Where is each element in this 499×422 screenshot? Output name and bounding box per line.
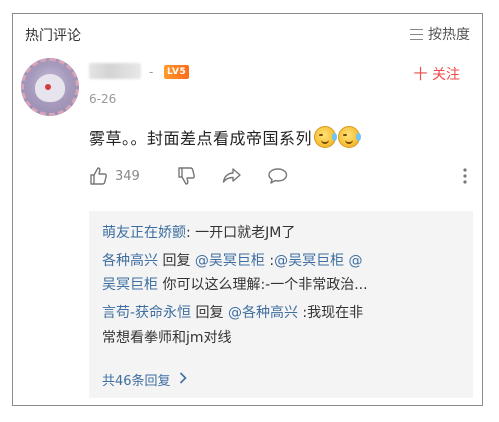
comment-body: 雾草。。封面差点看成帝国系列 (89, 125, 362, 149)
username-separator: - (149, 65, 154, 79)
reply-button[interactable] (267, 166, 289, 186)
comment-actions: 349 (89, 166, 473, 190)
reply-text: : 一开口就老JM了 (186, 225, 296, 241)
comment-text: 雾草。。封面差点看成帝国系列 (89, 129, 313, 148)
dislike-button[interactable] (177, 166, 197, 186)
reply-line-2[interactable]: 各种高兴 回复 @吴冥巨柜 :@吴冥巨柜 @ (102, 250, 363, 270)
sort-by-hot-button[interactable]: 按热度 (410, 24, 470, 44)
chevron-right-icon (179, 371, 187, 388)
reply-text: : (264, 253, 275, 269)
reply-line-3[interactable]: 吴冥巨柜 你可以这么理解:-一个非常政治... (102, 274, 368, 294)
thumbs-up-icon (89, 166, 109, 186)
user-link[interactable]: @吴冥巨柜 (274, 253, 344, 269)
share-icon (221, 166, 243, 186)
hot-comments-panel: 热门评论 按热度 - LV5 十 关注 6-26 雾草。。封面差点看成帝国系列 … (12, 13, 483, 406)
reply-line-4[interactable]: 言苟-获命永恒 回复 @各种高兴 :我现在非 (102, 302, 363, 322)
more-replies-label: 共46条回复 (102, 374, 171, 389)
more-options-button[interactable] (462, 166, 468, 186)
reply-line-5[interactable]: 常想看拳师和jm对线 (102, 327, 232, 347)
user-link[interactable]: @各种高兴 (228, 305, 298, 321)
user-link[interactable]: 各种高兴 (102, 253, 158, 269)
comment-bubble-icon (267, 166, 289, 186)
view-all-replies-link[interactable]: 共46条回复 (102, 370, 187, 389)
reply-line-1[interactable]: 萌友正在娇颤: 一开口就老JM了 (102, 222, 295, 242)
user-link[interactable]: @ (349, 253, 363, 269)
share-button[interactable] (221, 166, 243, 186)
level-badge: LV5 (164, 65, 190, 79)
reply-text: 回复 (191, 305, 228, 321)
laugh-cry-emoji-icon (338, 126, 362, 148)
reply-text: 回复 (158, 253, 195, 269)
like-button[interactable]: 349 (89, 166, 140, 186)
reply-text: :我现在非 (297, 305, 364, 321)
comment-date: 6-26 (89, 92, 117, 106)
user-link[interactable]: 萌友正在娇颤 (102, 225, 186, 241)
section-title: 热门评论 (25, 28, 81, 44)
menu-icon (410, 28, 423, 40)
more-vertical-icon (462, 166, 468, 186)
user-link[interactable]: @吴冥巨柜 (195, 253, 265, 269)
username-redacted[interactable] (89, 63, 141, 79)
user-link[interactable]: 言苟-获命永恒 (102, 305, 191, 321)
like-count: 349 (115, 168, 140, 184)
avatar[interactable] (21, 58, 79, 116)
replies-box: 萌友正在娇颤: 一开口就老JM了 各种高兴 回复 @吴冥巨柜 :@吴冥巨柜 @ … (89, 211, 473, 398)
thumbs-down-icon (177, 166, 197, 186)
user-link[interactable]: 吴冥巨柜 (102, 277, 158, 293)
laugh-cry-emoji-icon (314, 126, 338, 148)
sort-label: 按热度 (428, 27, 470, 43)
follow-button[interactable]: 十 关注 (414, 64, 460, 84)
reply-text: 你可以这么理解:-一个非常政治... (158, 277, 368, 293)
reply-text: 常想看拳师和jm对线 (102, 330, 232, 346)
